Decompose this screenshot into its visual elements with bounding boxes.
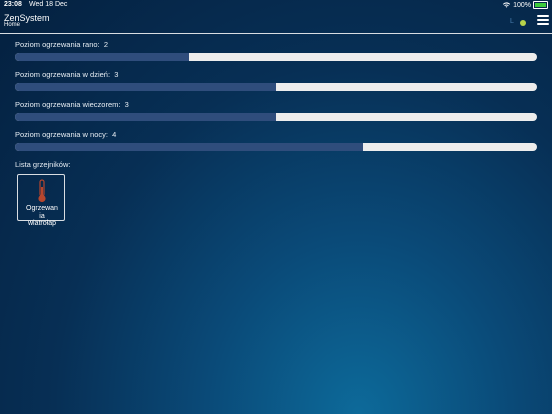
level-evening-slider[interactable] bbox=[15, 113, 537, 121]
app-header: ZenSystem Home L bbox=[0, 12, 552, 34]
clock-date: Wed 18 Dec bbox=[29, 1, 68, 8]
breadcrumb-home[interactable]: Home bbox=[4, 22, 20, 28]
wifi-icon bbox=[502, 2, 511, 8]
connection-status-dot bbox=[520, 20, 526, 26]
level-day-label: Poziom ogrzewania w dzień: 3 bbox=[15, 70, 119, 79]
thermometer-icon bbox=[38, 179, 46, 203]
slider-fill bbox=[15, 113, 276, 121]
status-indicators: 100% bbox=[502, 1, 548, 9]
slider-fill bbox=[15, 83, 276, 91]
level-night-value: 4 bbox=[112, 130, 117, 139]
heater-name: Ogrzewan ia wiatrołap bbox=[26, 205, 58, 227]
level-night-slider[interactable] bbox=[15, 143, 537, 151]
level-night-label: Poziom ogrzewania w nocy: 4 bbox=[15, 130, 117, 139]
clock-time: 23:08 bbox=[4, 1, 22, 8]
slider-fill bbox=[15, 143, 364, 151]
level-day-value: 3 bbox=[114, 70, 119, 79]
level-evening-value: 3 bbox=[124, 100, 129, 109]
battery-level bbox=[535, 3, 546, 7]
connection-indicator-label: L bbox=[510, 18, 514, 25]
level-morning-value: 2 bbox=[103, 40, 108, 49]
level-day-slider[interactable] bbox=[15, 83, 537, 91]
heater-tile[interactable]: Ogrzewan ia wiatrołap bbox=[17, 174, 65, 227]
status-bar: 23:08 Wed 18 Dec 100% bbox=[0, 0, 552, 11]
hamburger-menu-icon[interactable] bbox=[537, 15, 549, 26]
heater-list-title: Lista grzejników: bbox=[15, 160, 71, 169]
level-morning-slider[interactable] bbox=[15, 53, 537, 61]
level-morning-label: Poziom ogrzewania rano: 2 bbox=[15, 40, 108, 49]
slider-fill bbox=[15, 53, 189, 61]
battery-icon bbox=[533, 1, 548, 9]
level-evening-label: Poziom ogrzewania wieczorem: 3 bbox=[15, 100, 129, 109]
battery-percent: 100% bbox=[513, 1, 531, 9]
